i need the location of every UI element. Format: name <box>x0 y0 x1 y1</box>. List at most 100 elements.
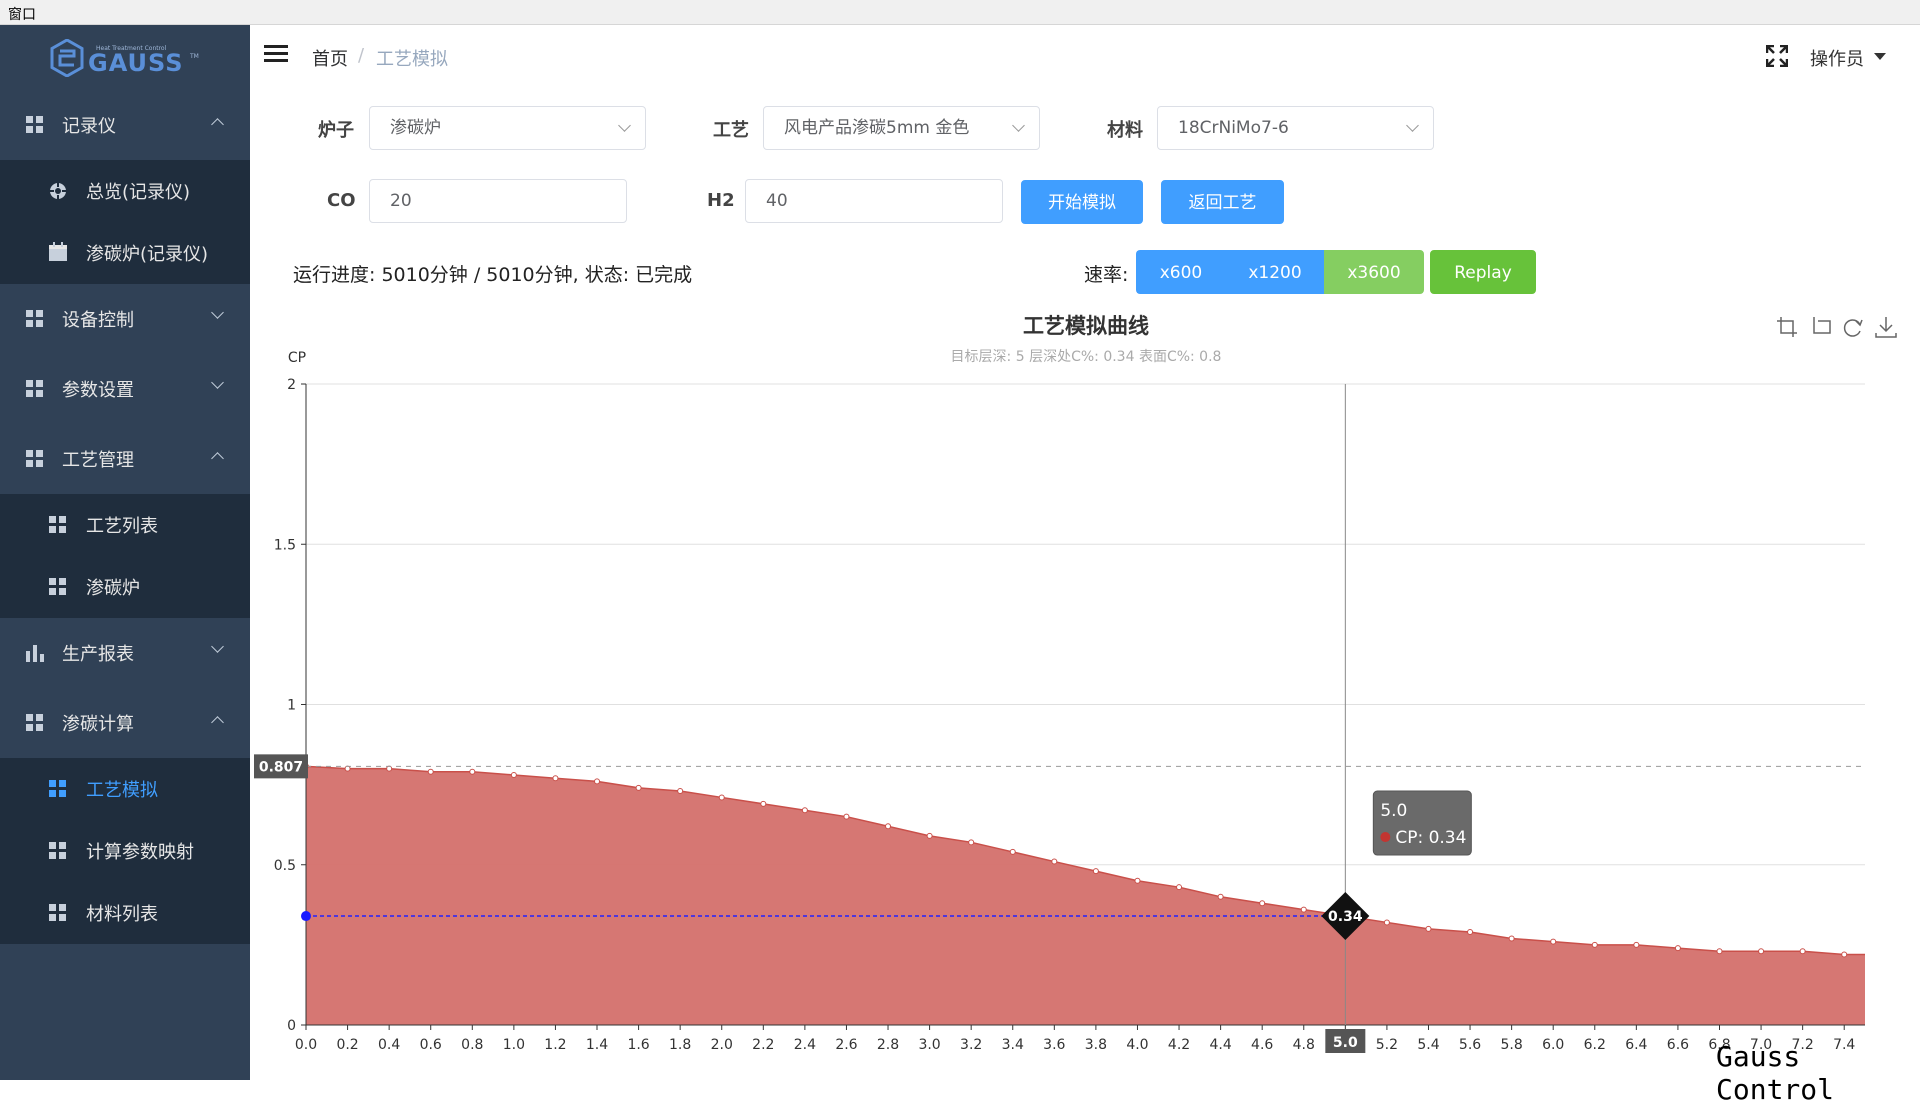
window-titlebar: 窗口 <box>0 0 1920 25</box>
fullscreen-icon[interactable] <box>1766 45 1788 67</box>
chevron-down-icon <box>1406 119 1419 132</box>
data-point <box>1009 848 1016 855</box>
breadcrumb-home[interactable]: 首页 <box>312 45 348 71</box>
markline-label: 0.807 <box>259 759 303 775</box>
data-point <box>510 772 517 779</box>
data-point <box>926 832 933 839</box>
process-select-value: 风电产品渗碳5mm 金色 <box>784 118 970 138</box>
x-tick-label: 6.2 <box>1584 1037 1606 1053</box>
sidebar-group-production-report[interactable]: 生产报表 <box>0 618 250 688</box>
progress-status: 运行进度: 5010分钟 / 5010分钟, 状态: 已完成 <box>293 264 693 286</box>
x-tick-label: 5.2 <box>1376 1037 1398 1053</box>
y-tick-label: 2 <box>287 377 296 393</box>
grid-icon <box>26 380 44 398</box>
data-point <box>1425 925 1432 932</box>
grid-icon <box>49 516 67 534</box>
sidebar-item-carburizing-furnace[interactable]: 渗碳炉 <box>0 556 250 618</box>
navbar: 首页 / 工艺模拟 操作员 <box>250 25 1920 85</box>
x-tick-label: 4.6 <box>1251 1037 1273 1053</box>
x-tick-label: 2.6 <box>835 1037 857 1053</box>
data-point <box>843 813 850 820</box>
sidebar: Heat Treatment Control GAUSS TM 记录仪 总览(记… <box>0 25 250 1080</box>
x-tick-label: 2.4 <box>794 1037 816 1053</box>
grid-icon <box>26 714 44 732</box>
speed-x1200-button[interactable]: x1200 <box>1225 250 1325 294</box>
chevron-up-icon <box>211 118 224 131</box>
tooltip-value: CP: 0.34 <box>1395 828 1466 848</box>
hamburger-icon[interactable] <box>264 45 288 63</box>
data-point <box>1383 919 1390 926</box>
process-select[interactable]: 风电产品渗碳5mm 金色 <box>763 106 1040 150</box>
data-point <box>1051 858 1058 865</box>
download-icon[interactable] <box>1875 317 1897 338</box>
chevron-up-icon <box>211 452 224 465</box>
y-tick-label: 0 <box>287 1018 296 1034</box>
x-tick-label: 1.4 <box>586 1037 608 1053</box>
speed-x600-button[interactable]: x600 <box>1136 250 1226 294</box>
sidebar-item-carburizing-recorder[interactable]: 渗碳炉(记录仪) <box>0 222 250 284</box>
co-input[interactable]: 20 <box>369 179 627 223</box>
data-point <box>1134 877 1141 884</box>
x-tick-label: 5.4 <box>1417 1037 1439 1053</box>
sidebar-group-device-control[interactable]: 设备控制 <box>0 284 250 354</box>
data-point <box>885 823 892 830</box>
sidebar-group-process-management[interactable]: 工艺管理 <box>0 424 250 494</box>
furnace-select[interactable]: 渗碳炉 <box>369 106 646 150</box>
user-menu[interactable]: 操作员 <box>1810 45 1864 71</box>
logo-brand: GAUSS <box>88 49 184 77</box>
sidebar-item-overview-recorder[interactable]: 总览(记录仪) <box>0 160 250 222</box>
x-tick-label: 1.2 <box>544 1037 566 1053</box>
x-tick-label: 4.0 <box>1126 1037 1148 1053</box>
x-tick-label: 0.4 <box>378 1037 400 1053</box>
chevron-up-icon <box>211 716 224 729</box>
zoom-reset-icon[interactable] <box>1813 317 1831 334</box>
sidebar-group-carburizing-calc[interactable]: 渗碳计算 <box>0 688 250 758</box>
bar-chart-icon <box>26 645 44 662</box>
data-point <box>1716 948 1723 955</box>
sidebar-item-process-simulation[interactable]: 工艺模拟 <box>0 758 250 820</box>
furnace-label: 炉子 <box>318 120 354 141</box>
start-simulation-button[interactable]: 开始模拟 <box>1021 180 1143 224</box>
h2-input-value: 40 <box>766 191 788 211</box>
window-title: 窗口 <box>8 7 36 23</box>
data-point <box>594 778 601 785</box>
furnace-select-value: 渗碳炉 <box>390 118 441 138</box>
sidebar-item-process-list[interactable]: 工艺列表 <box>0 494 250 556</box>
zoom-icon[interactable] <box>1777 317 1797 337</box>
material-select[interactable]: 18CrNiMo7-6 <box>1157 106 1434 150</box>
point-marker-label: 0.34 <box>1328 909 1363 925</box>
caret-down-icon[interactable] <box>1874 53 1886 60</box>
back-to-process-button[interactable]: 返回工艺 <box>1161 180 1284 224</box>
x-tick-label: 1.0 <box>503 1037 525 1053</box>
sidebar-item-material-list[interactable]: 材料列表 <box>0 882 250 944</box>
sidebar-group-parameter-settings[interactable]: 参数设置 <box>0 354 250 424</box>
data-point <box>1674 945 1681 952</box>
x-tick-label: 1.8 <box>669 1037 691 1053</box>
h2-input[interactable]: 40 <box>745 179 1003 223</box>
x-tick-label: 0.0 <box>295 1037 317 1053</box>
y-tick-label: 1 <box>287 698 296 714</box>
sidebar-group-label: 记录仪 <box>62 116 116 137</box>
speed-x3600-button[interactable]: x3600 <box>1324 250 1424 294</box>
chart-title: 工艺模拟曲线 <box>1023 314 1149 338</box>
sidebar-item-label: 材料列表 <box>86 904 158 925</box>
sidebar-group-label: 工艺管理 <box>62 450 134 471</box>
x-tick-label: 4.2 <box>1168 1037 1190 1053</box>
process-simulation-chart[interactable]: 0 0.5 1 1.5 2 0.0 0.2 0.4 0.6 0.8 1.0 1.2 1.4 1.6 1.8 2… <box>250 300 1920 1070</box>
breadcrumb-separator: / <box>358 45 365 66</box>
restore-icon[interactable] <box>1843 319 1863 337</box>
data-point <box>1508 935 1515 942</box>
x-tick-label: 3.2 <box>960 1037 982 1053</box>
data-point <box>718 794 725 801</box>
circle-icon <box>49 182 67 200</box>
replay-button[interactable]: Replay <box>1430 250 1536 294</box>
y-tick-label: 0.5 <box>274 858 296 874</box>
sidebar-item-param-mapping[interactable]: 计算参数映射 <box>0 820 250 882</box>
data-point <box>1550 938 1557 945</box>
sidebar-group-recorder[interactable]: 记录仪 <box>0 90 250 160</box>
sidebar-item-label: 渗碳炉(记录仪) <box>86 244 209 265</box>
gauss-logo-icon <box>50 39 84 77</box>
sidebar-item-label: 工艺列表 <box>86 516 158 537</box>
chevron-down-icon <box>211 640 224 653</box>
data-point <box>677 788 684 795</box>
